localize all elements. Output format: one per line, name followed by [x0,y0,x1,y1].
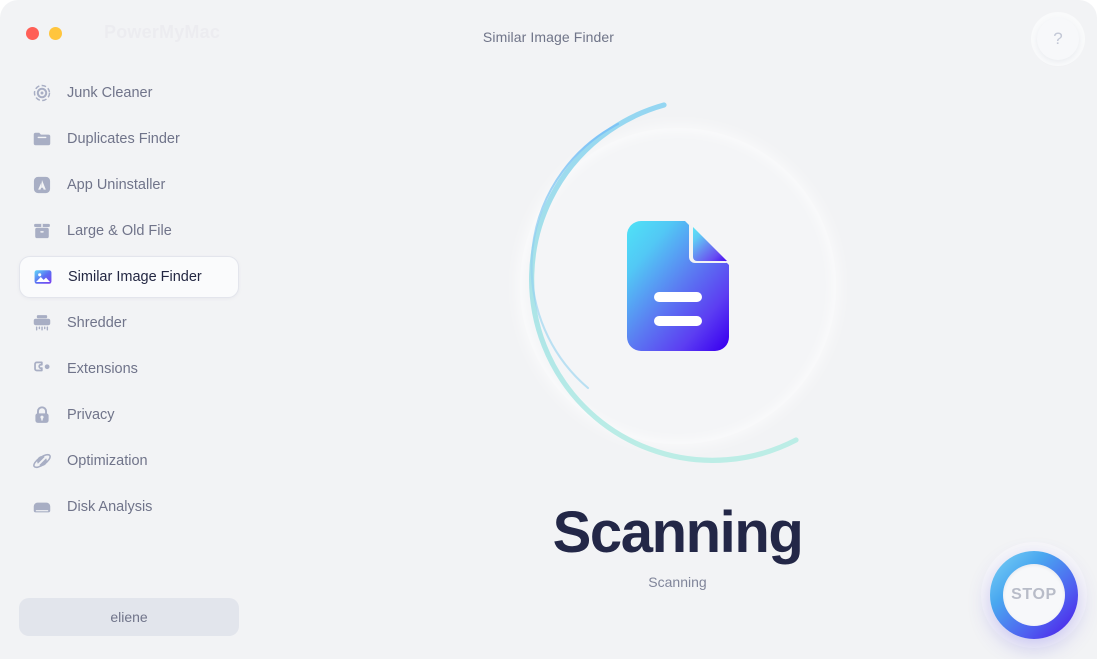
user-account-label: eliene [110,609,148,625]
lock-icon [35,406,49,423]
sidebar-item-label: Junk Cleaner [67,85,153,101]
sidebar-item-privacy[interactable]: Privacy [19,394,239,436]
archive-box-icon [34,223,50,239]
sidebar-item-label: Shredder [67,315,127,331]
sidebar-item-disk-analysis[interactable]: Disk Analysis [19,486,239,528]
user-account-button[interactable]: eliene [19,598,239,636]
sidebar-item-duplicates-finder[interactable]: Duplicates Finder [19,118,239,160]
sidebar-item-label: App Uninstaller [67,177,166,193]
app-window: PowerMyMac Similar Image Finder ? Junk C… [0,0,1097,659]
disk-icon [33,502,51,513]
scan-status-subtitle: Scanning [648,574,707,590]
photo-icon [34,270,52,284]
stop-scan-button[interactable]: STOP [990,551,1078,639]
sidebar-item-label: Large & Old File [67,223,172,239]
sidebar-item-shredder[interactable]: Shredder [19,302,239,344]
app-box-icon [33,176,51,194]
sidebar-item-label: Extensions [67,361,138,377]
sidebar-item-label: Optimization [67,453,148,469]
sidebar-item-junk-cleaner[interactable]: Junk Cleaner [19,72,239,114]
puzzle-icon [34,361,50,372]
sidebar-item-label: Disk Analysis [67,499,153,515]
help-button[interactable]: ? [1037,18,1079,60]
sidebar-item-label: Privacy [67,407,115,423]
scan-progress-stage [468,76,888,496]
sidebar-item-label: Duplicates Finder [67,131,180,147]
page-title: Similar Image Finder [482,29,615,45]
sidebar-nav-list: Junk Cleaner Duplicates Finder App Unins… [0,68,258,532]
sidebar-item-similar-image-finder[interactable]: Similar Image Finder [19,256,239,298]
folder-icon [33,132,51,146]
question-mark-icon: ? [1053,29,1063,48]
sidebar-item-label: Similar Image Finder [68,269,202,285]
main-content: Scanning Scanning [258,68,1097,659]
document-icon [626,221,729,351]
sidebar-item-optimization[interactable]: Optimization [19,440,239,482]
sidebar: Junk Cleaner Duplicates Finder App Unins… [0,68,258,659]
sidebar-item-large-old-file[interactable]: Large & Old File [19,210,239,252]
scan-status-heading: Scanning [552,500,804,565]
shredder-icon [33,315,51,331]
title-bar: PowerMyMac Similar Image Finder ? [0,0,1097,68]
sidebar-item-extensions[interactable]: Extensions [19,348,239,390]
sidebar-item-app-uninstaller[interactable]: App Uninstaller [19,164,239,206]
stop-button-label: STOP [1003,564,1065,626]
optimization-icon [33,453,51,469]
target-icon [33,84,51,102]
